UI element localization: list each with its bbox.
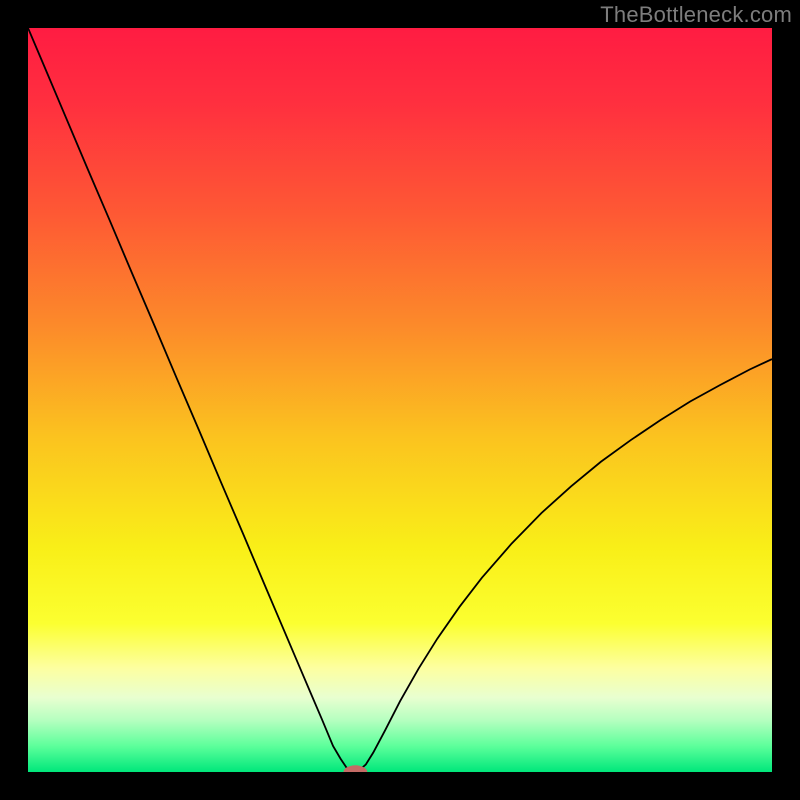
chart-svg (28, 28, 772, 772)
chart-background (28, 28, 772, 772)
watermark-text: TheBottleneck.com (600, 2, 792, 28)
chart-frame: TheBottleneck.com (0, 0, 800, 800)
plot-area (28, 28, 772, 772)
